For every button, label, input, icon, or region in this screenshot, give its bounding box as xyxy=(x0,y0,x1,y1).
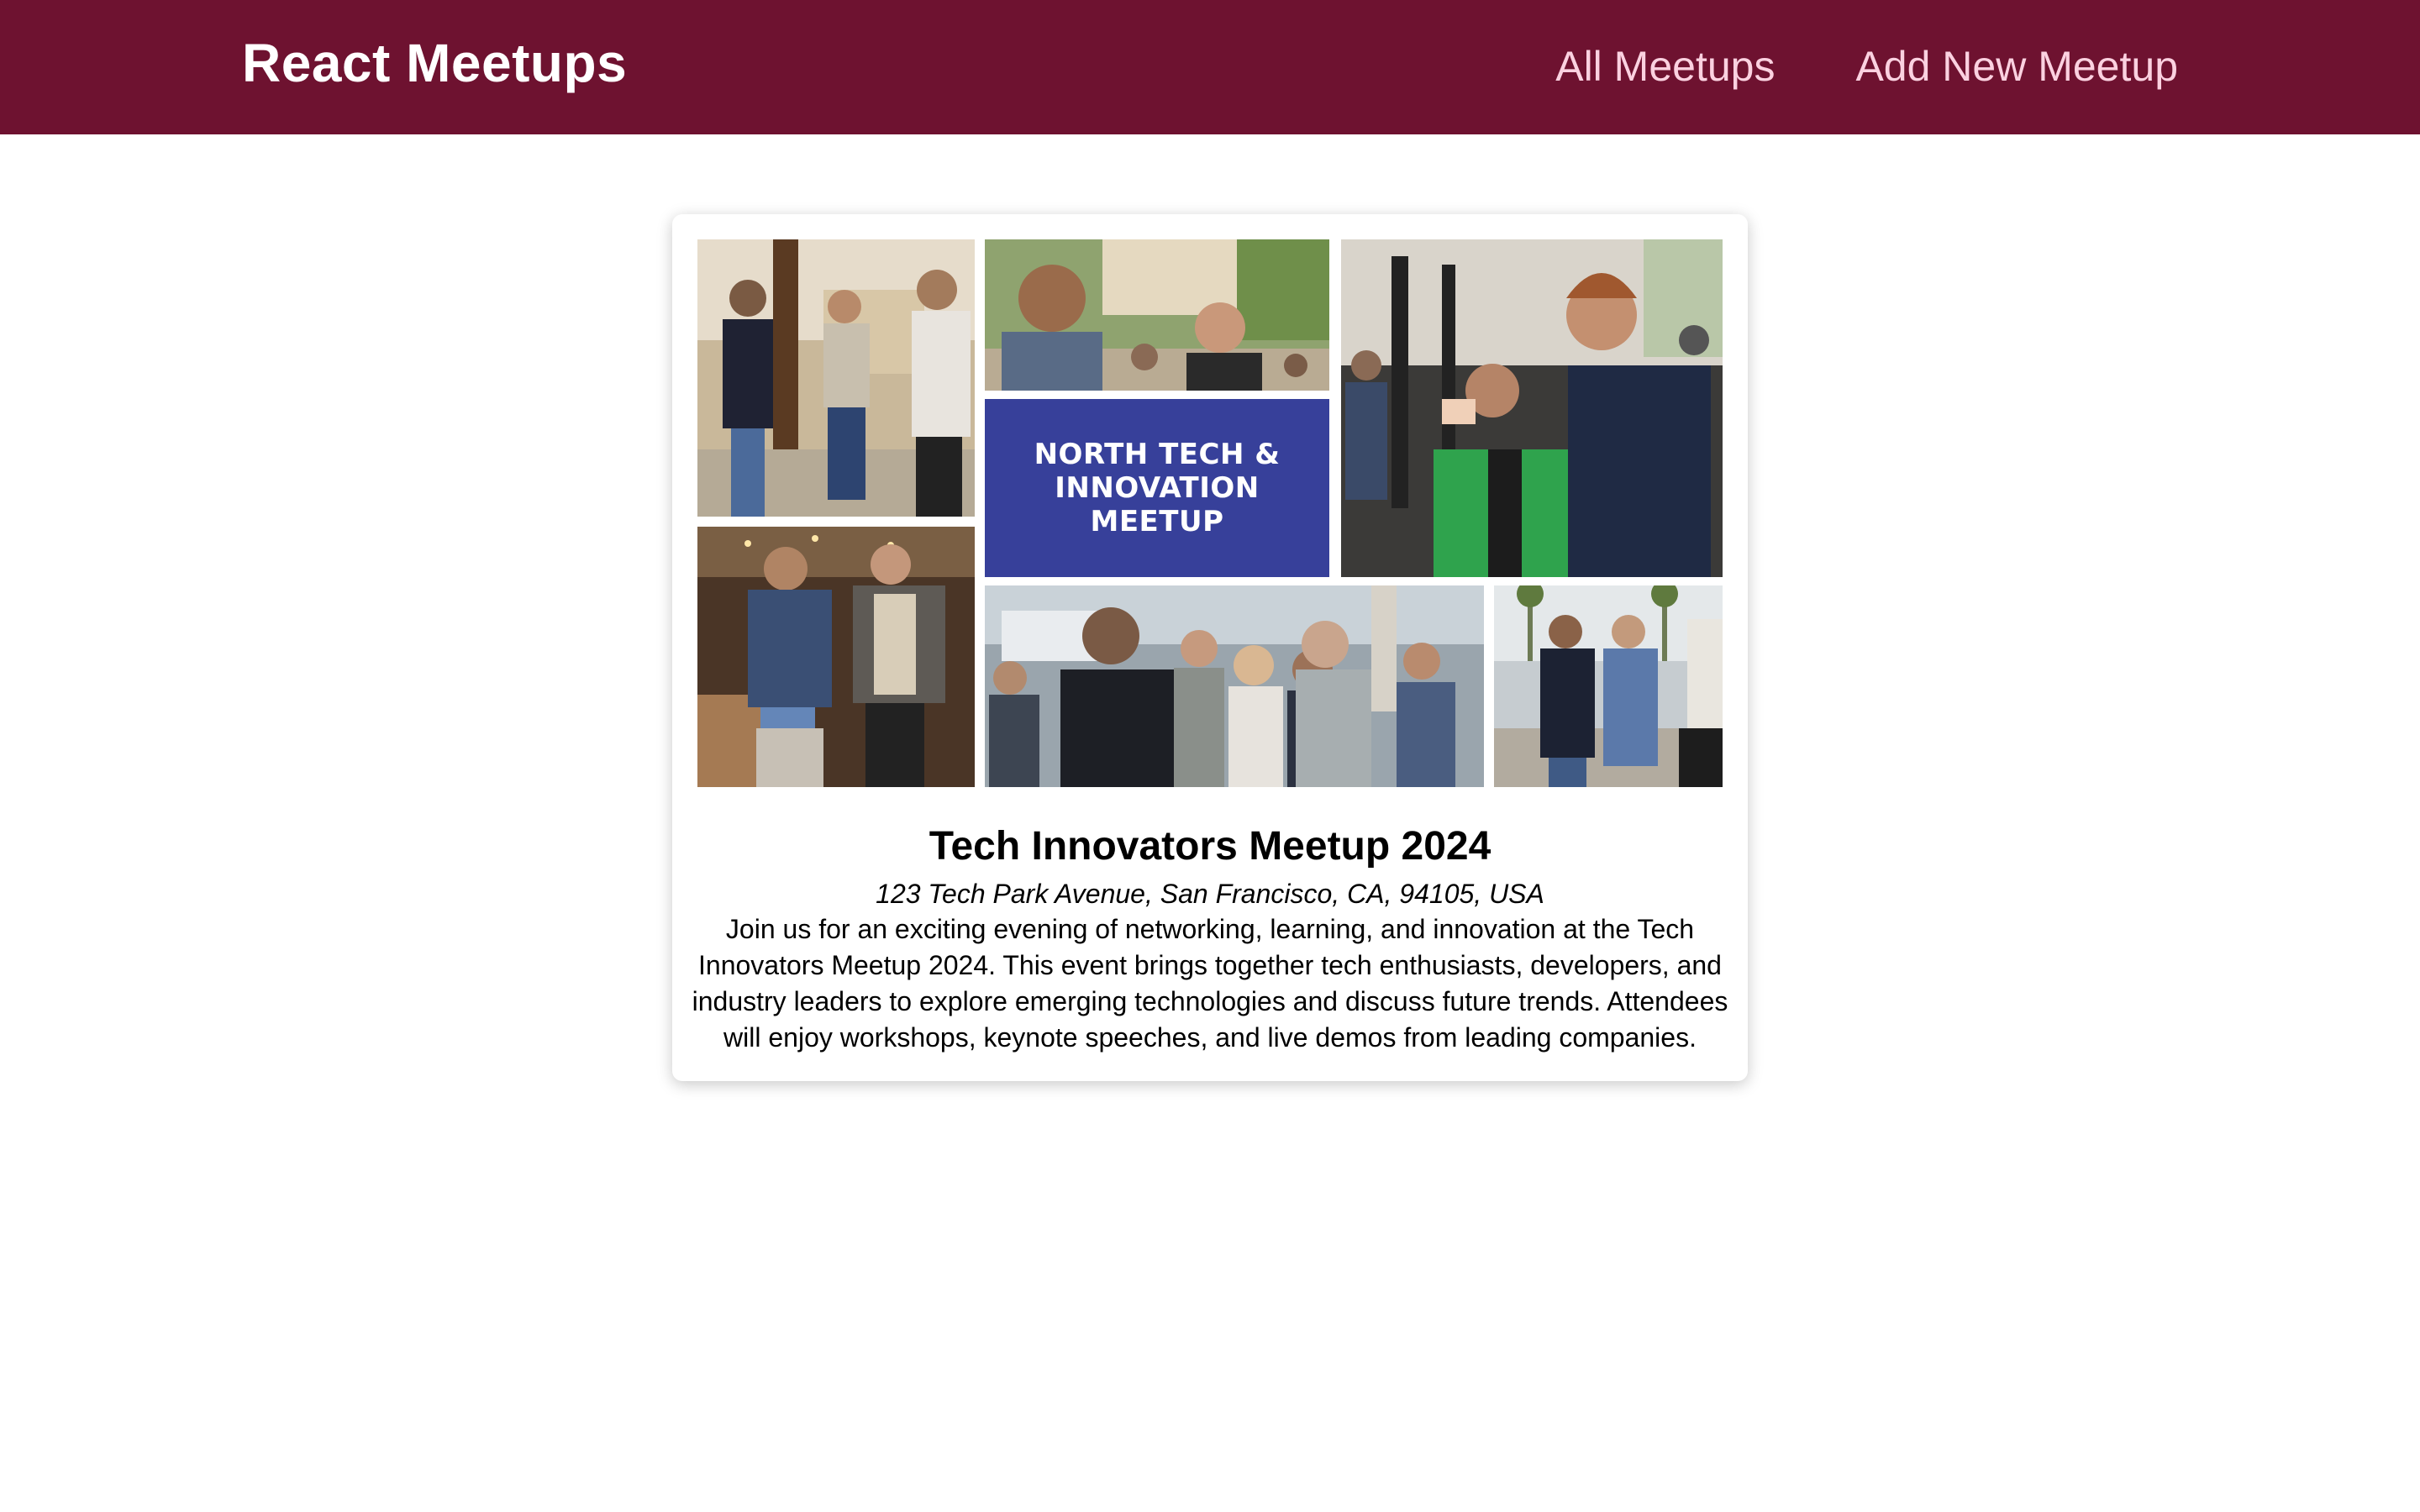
collage-photo-5 xyxy=(985,585,1484,787)
main-nav: All Meetups Add New Meetup xyxy=(1555,42,2178,91)
meetup-image: NORTH TECH & INNOVATION MEETUP xyxy=(697,239,1723,787)
collage-photo-4 xyxy=(697,527,975,787)
collage-photo-1 xyxy=(697,239,975,517)
meetup-description: Join us for an exciting evening of netwo… xyxy=(692,914,1728,1053)
site-logo[interactable]: React Meetups xyxy=(242,32,627,94)
meetup-banner: NORTH TECH & INNOVATION MEETUP xyxy=(985,399,1329,577)
collage-photo-6 xyxy=(1494,585,1723,787)
banner-text: NORTH TECH & INNOVATION MEETUP xyxy=(1034,438,1281,538)
collage-photo-2 xyxy=(985,239,1329,391)
meetup-address: 123 Tech Park Avenue, San Francisco, CA,… xyxy=(876,879,1544,909)
nav-link-all-meetups[interactable]: All Meetups xyxy=(1555,42,1775,91)
meetup-content: Tech Innovators Meetup 2024 123 Tech Par… xyxy=(672,817,1748,1056)
collage-photo-3 xyxy=(1341,239,1723,577)
nav-link-add-new-meetup[interactable]: Add New Meetup xyxy=(1855,42,2178,91)
main-header: React Meetups All Meetups Add New Meetup xyxy=(0,0,2420,134)
meetup-title: Tech Innovators Meetup 2024 xyxy=(929,824,1491,869)
meetup-card: NORTH TECH & INNOVATION MEETUP Tech Inno… xyxy=(672,214,1748,1081)
